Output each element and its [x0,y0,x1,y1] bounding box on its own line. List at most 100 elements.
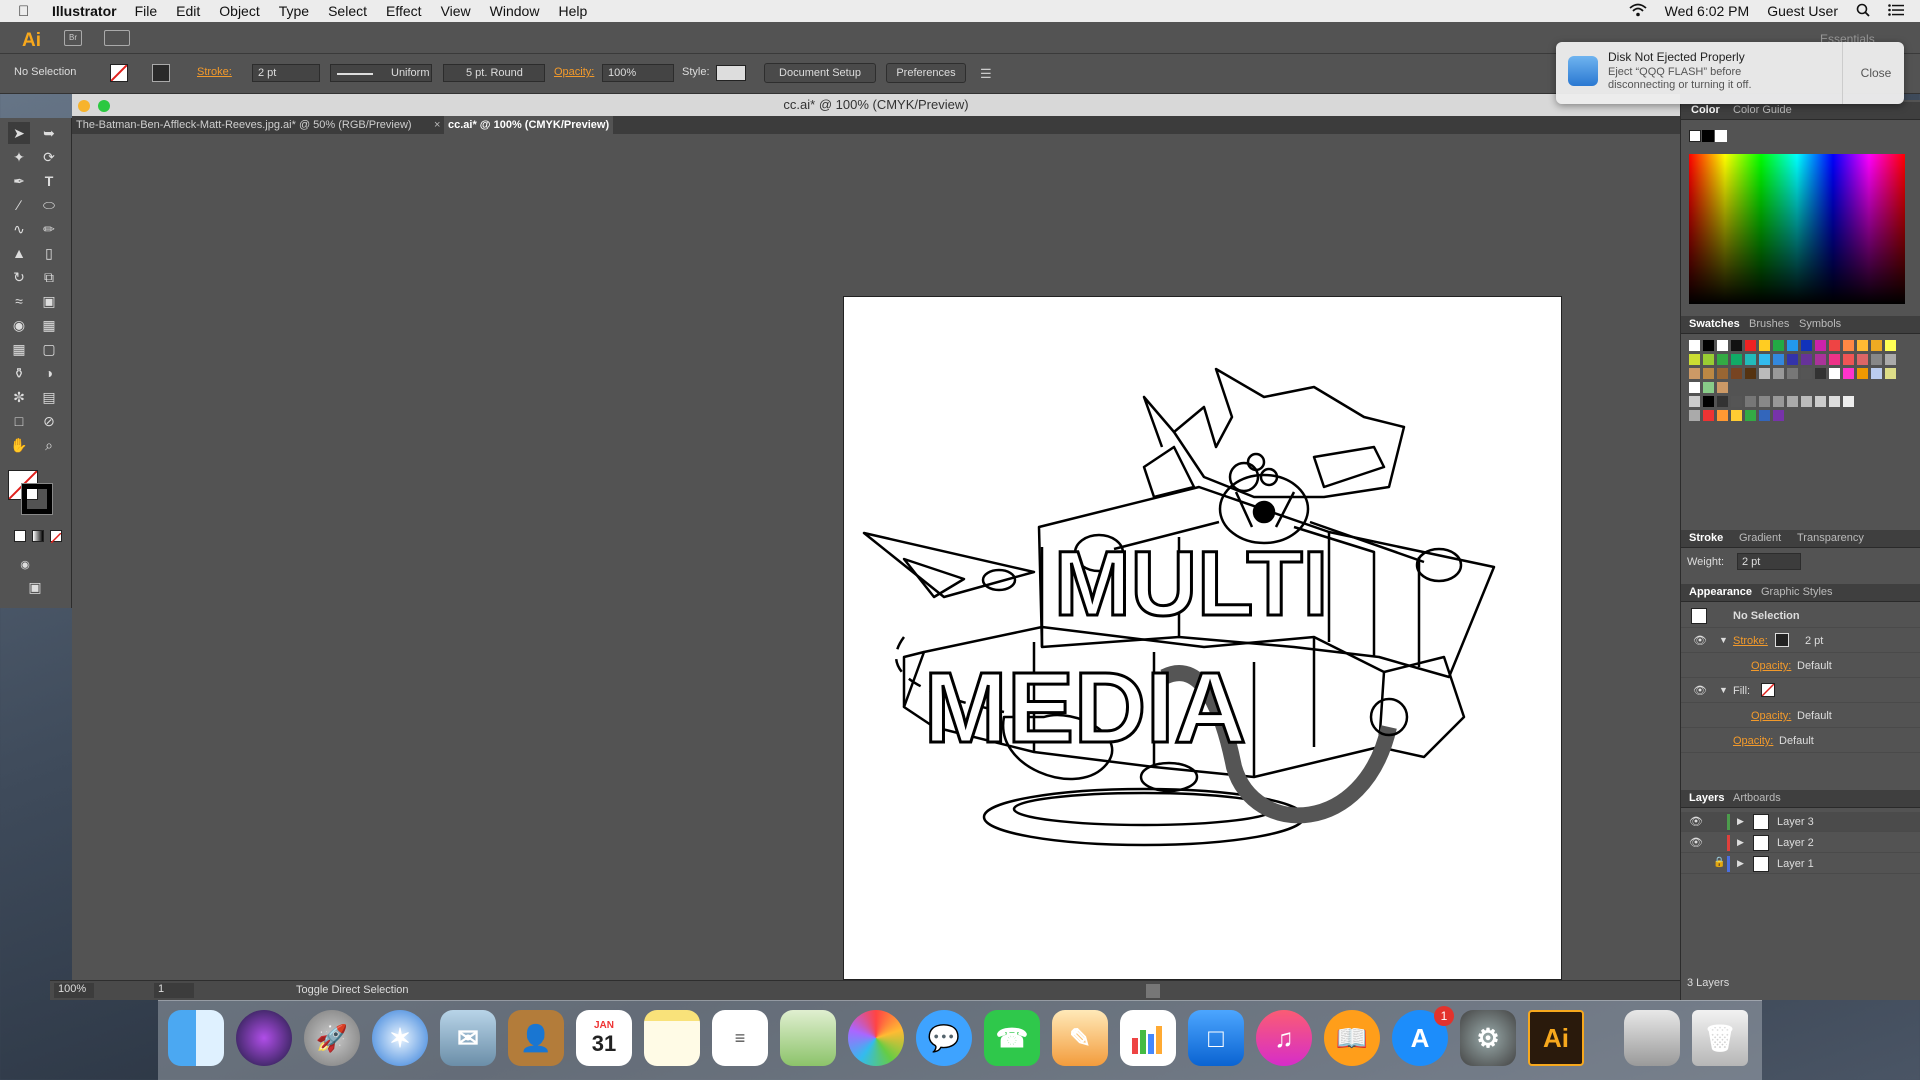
swatch-chip[interactable] [1843,340,1854,351]
swatch-chip[interactable] [1703,396,1714,407]
tab-cc[interactable]: cc.ai* @ 100% (CMYK/Preview) [444,116,614,134]
notification-center-icon[interactable] [1888,3,1904,19]
swatch-chip[interactable] [1717,410,1728,421]
facetime-dock-icon[interactable]: ☎ [984,1010,1040,1066]
swatch-chip[interactable] [1703,368,1714,379]
swatch-chip[interactable] [1731,340,1742,351]
eyedropper-tool-icon[interactable]: ⚱ [8,362,30,384]
tab-gradient[interactable]: Gradient [1739,532,1781,544]
trash-dock-icon[interactable]: 🗑 [1692,1010,1748,1066]
layer-row[interactable]: 👁 ▶ Layer 2 [1681,833,1920,853]
calendar-dock-icon[interactable]: JAN 31 [576,1010,632,1066]
color-white-chip[interactable] [1715,130,1727,142]
layer-row[interactable]: 🔒 ▶ Layer 1 [1681,854,1920,874]
color-spectrum[interactable] [1689,154,1905,304]
color-mode-icon[interactable] [14,530,26,542]
minimize-window-button[interactable] [78,100,90,112]
swatch-chip[interactable] [1871,340,1882,351]
notification-banner[interactable]: Disk Not Ejected Properly Eject “QQQ FLA… [1556,42,1904,104]
perspective-grid-tool-icon[interactable]: ▦ [38,314,60,336]
zoom-level-field[interactable]: 100% [54,983,94,998]
swatch-grid[interactable] [1689,340,1899,430]
swatch-chip[interactable] [1689,410,1700,421]
swatch-chip[interactable] [1689,340,1700,351]
swatch-chip[interactable] [1759,354,1770,365]
swatch-chip[interactable] [1703,410,1714,421]
stroke-weight-input[interactable]: 2 pt [1737,553,1801,570]
none-mode-icon[interactable] [50,530,62,544]
swatch-chip[interactable] [1787,368,1798,379]
tab-swatches[interactable]: Swatches [1689,318,1740,330]
swatch-chip[interactable] [1745,340,1756,351]
swatch-chip[interactable] [1801,354,1812,365]
object-opacity-label[interactable]: Opacity: [1733,735,1773,747]
messages-dock-icon[interactable]: 💬 [916,1010,972,1066]
maps-dock-icon[interactable] [780,1010,836,1066]
artboard-navigation-field[interactable]: 1 [154,983,194,998]
layer-row[interactable]: 👁 ▶ Layer 3 [1681,812,1920,832]
stroke-label[interactable]: Stroke: [197,66,232,78]
eye-icon[interactable]: 👁 [1693,634,1707,647]
swatch-chip[interactable] [1843,396,1854,407]
layer-name[interactable]: Layer 2 [1777,837,1814,849]
swatch-chip[interactable] [1815,354,1826,365]
swatch-chip[interactable] [1787,396,1798,407]
numbers-dock-icon[interactable] [1120,1010,1176,1066]
screen-mode-icon[interactable]: ▣ [24,576,46,598]
launchpad-dock-icon[interactable]: 🚀 [304,1010,360,1066]
menu-view[interactable]: View [441,3,471,19]
swatch-chip[interactable] [1787,354,1798,365]
stroke-opacity-label[interactable]: Opacity: [1751,660,1791,672]
stroke-weight-field[interactable]: 2 pt [252,64,320,82]
swatch-chip[interactable] [1885,340,1896,351]
pen-tool-icon[interactable]: ✒ [8,170,30,192]
appearance-stroke-row[interactable]: 👁 ▼ Stroke: 2 pt [1681,629,1920,653]
brush-definition[interactable]: 5 pt. Round [443,64,545,82]
appearance-fill-opacity-row[interactable]: Opacity: Default [1681,704,1920,728]
swatch-chip[interactable] [1745,410,1756,421]
rotate-tool-icon[interactable]: ↻ [8,266,30,288]
direct-selection-tool-icon[interactable]: ➥ [38,122,60,144]
swatch-chip[interactable] [1773,354,1784,365]
notification-close-button[interactable]: Close [1848,66,1904,80]
line-tool-icon[interactable]: ∕ [8,194,30,216]
swatch-chip[interactable] [1815,396,1826,407]
symbol-sprayer-tool-icon[interactable]: ✼ [8,386,30,408]
arrange-icon[interactable]: ☰ [980,66,992,82]
gradient-tool-icon[interactable]: ▢ [38,338,60,360]
tab-layers[interactable]: Layers [1689,792,1724,804]
expand-triangle-icon[interactable]: ▶ [1737,858,1744,869]
swatch-chip[interactable] [1745,396,1756,407]
swatch-chip[interactable] [1759,410,1770,421]
layer-name[interactable]: Layer 3 [1777,816,1814,828]
appearance-fill-swatch[interactable] [1761,683,1775,697]
illustrator-dock-icon[interactable]: Ai [1528,1010,1584,1066]
lasso-tool-icon[interactable]: ⟳ [38,146,60,168]
tab-transparency[interactable]: Transparency [1797,532,1864,544]
tab-appearance[interactable]: Appearance [1689,586,1752,598]
swatch-chip[interactable] [1703,354,1714,365]
user-menu[interactable]: Guest User [1767,3,1838,19]
app-menu[interactable]: Illustrator [52,3,117,19]
tab-artboards[interactable]: Artboards [1733,792,1781,804]
photos-dock-icon[interactable] [848,1010,904,1066]
hand-tool-icon[interactable]: ✋ [8,434,30,456]
swatch-chip[interactable] [1829,396,1840,407]
expand-triangle-icon[interactable]: ▶ [1737,816,1744,827]
tab-batman[interactable]: The-Batman-Ben-Affleck-Matt-Reeves.jpg.a… [72,116,416,134]
eraser-tool-icon[interactable]: ▯ [38,242,60,264]
appearance-fill-row[interactable]: 👁 ▼ Fill: [1681,679,1920,703]
system-preferences-dock-icon[interactable]: ⚙ [1460,1010,1516,1066]
tab-symbols[interactable]: Symbols [1799,318,1841,330]
keynote-dock-icon[interactable]: □ [1188,1010,1244,1066]
finder-dock-icon[interactable] [168,1010,224,1066]
appearance-stroke-opacity-row[interactable]: Opacity: Default [1681,654,1920,678]
stroke-swatch-tool[interactable] [21,483,53,515]
swatch-chip[interactable] [1871,368,1882,379]
tab-color-guide[interactable]: Color Guide [1733,104,1792,116]
swatch-chip[interactable] [1745,368,1756,379]
swatch-chip[interactable] [1843,354,1854,365]
color-black-chip[interactable] [1702,130,1714,142]
graphic-style-picker[interactable] [716,65,746,81]
lock-icon[interactable]: 🔒 [1713,857,1725,868]
